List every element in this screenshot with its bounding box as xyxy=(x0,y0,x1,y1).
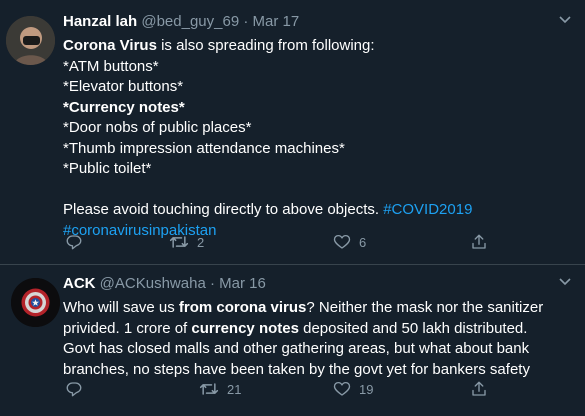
tweet[interactable]: Hanzal lah @bed_guy_69 · Mar 17 Corona V… xyxy=(0,0,585,264)
tweet-text: Corona Virus is also spreading from foll… xyxy=(63,36,472,241)
tweet-feed: Hanzal lah @bed_guy_69 · Mar 17 Corona V… xyxy=(0,0,585,416)
bold-text: from corona virus xyxy=(178,299,307,316)
text: *ATM buttons* xyxy=(63,57,159,75)
tweet-header: ACK @ACKushwaha · Mar 16 xyxy=(63,274,266,294)
chevron-down-icon[interactable] xyxy=(559,274,571,289)
avatar-image xyxy=(11,278,60,327)
like-button[interactable]: 6 xyxy=(333,233,366,251)
tweet-header: Hanzal lah @bed_guy_69 · Mar 17 xyxy=(63,12,299,32)
handle[interactable]: @bed_guy_69 xyxy=(141,13,239,30)
bold-text: currency notes xyxy=(191,319,299,337)
text: Govt has closed malls and other gatherin… xyxy=(63,340,530,357)
text: *Thumb impression attendance machines* xyxy=(63,139,345,157)
handle[interactable]: @ACKushwaha xyxy=(100,275,206,292)
text: Who will save us xyxy=(63,299,179,316)
text: branches, no steps have been taken by th… xyxy=(63,360,530,378)
text: *Public toilet* xyxy=(63,160,152,177)
retweet-icon xyxy=(199,383,219,395)
tweet-actions: 21 19 xyxy=(63,380,503,400)
timestamp[interactable]: Mar 17 xyxy=(253,13,300,30)
tweet[interactable]: ACK @ACKushwaha · Mar 16 Who will save u… xyxy=(0,265,585,416)
text: Please avoid touching directly to above … xyxy=(63,201,384,218)
hashtag-link[interactable]: #COVID2019 xyxy=(383,201,472,218)
like-button[interactable]: 19 xyxy=(333,380,373,398)
share-button[interactable] xyxy=(470,233,488,251)
tweet-text: Who will save us from corona virus? Neit… xyxy=(63,298,578,380)
reply-button[interactable] xyxy=(65,233,83,251)
display-name[interactable]: Hanzal lah xyxy=(63,13,137,30)
like-icon xyxy=(333,234,351,249)
text: ? Neither the mask nor the sanitizer xyxy=(306,299,544,316)
text: privided. 1 crore of xyxy=(63,319,192,337)
reply-icon xyxy=(66,235,82,250)
retweet-count: 2 xyxy=(197,234,205,250)
avatar[interactable] xyxy=(6,16,55,65)
like-icon xyxy=(333,381,351,396)
separator: · xyxy=(209,275,215,292)
retweet-button[interactable]: 2 xyxy=(169,233,204,251)
tweet-actions: 2 6 xyxy=(63,233,503,253)
share-button[interactable] xyxy=(470,380,488,398)
retweet-icon xyxy=(169,236,189,248)
bold-text: *Currency notes* xyxy=(63,98,185,116)
reply-button[interactable] xyxy=(65,380,83,398)
display-name[interactable]: ACK xyxy=(63,275,96,292)
avatar-image xyxy=(6,16,55,65)
text: deposited and 50 lakh distributed. xyxy=(298,319,528,337)
reply-icon xyxy=(66,382,82,397)
retweet-button[interactable]: 21 xyxy=(199,380,241,398)
separator: · xyxy=(243,13,249,30)
avatar[interactable] xyxy=(11,278,60,327)
text: *Elevator buttons* xyxy=(63,78,184,95)
like-count: 19 xyxy=(359,381,374,397)
chevron-down-icon[interactable] xyxy=(559,12,571,27)
bold-text: Corona Virus xyxy=(63,37,157,54)
retweet-count: 21 xyxy=(227,381,242,397)
share-icon xyxy=(472,381,486,396)
text: *Door nobs of public places* xyxy=(63,119,252,136)
like-count: 6 xyxy=(359,234,367,250)
share-icon xyxy=(472,234,486,249)
timestamp[interactable]: Mar 16 xyxy=(219,275,266,292)
text: is also spreading from following: xyxy=(156,37,375,54)
